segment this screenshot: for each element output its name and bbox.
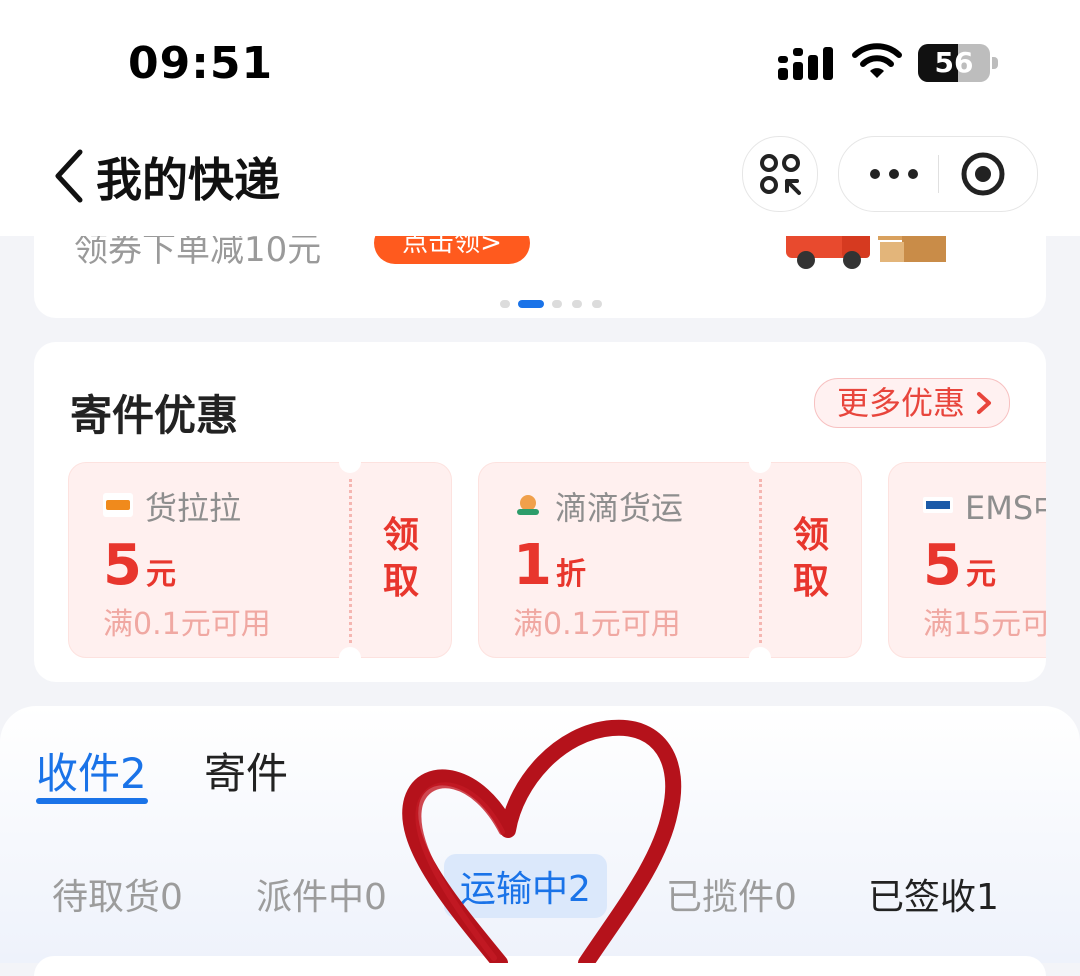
page-title: 我的快递 xyxy=(96,153,280,207)
more-discounts-label: 更多优惠 xyxy=(837,384,966,422)
coupon-value: 5 xyxy=(923,533,962,598)
capsule-divider xyxy=(938,155,939,193)
coupon-condition: 满0.1元可用 xyxy=(103,607,271,642)
coupon-amount: 5元 xyxy=(923,533,996,598)
status-time: 09:51 xyxy=(128,38,274,89)
hand-drawn-heart-icon xyxy=(402,719,682,963)
tab-send[interactable]: 寄件 xyxy=(204,740,288,801)
claim-button[interactable]: 领取 xyxy=(791,513,831,605)
shipping-discounts-card: 寄件优惠 更多优惠 货拉拉 5元 满0.1元可用 领取 滴滴货运 1折 满0.1… xyxy=(34,342,1046,682)
battery-indicator: 56 xyxy=(918,44,1000,82)
more-discounts-button[interactable]: 更多优惠 xyxy=(814,378,1010,428)
sub-tab-awaiting-pickup[interactable]: 待取货0 xyxy=(52,868,183,920)
coupon-condition: 满0.1元可用 xyxy=(513,607,681,642)
coupon-value: 5 xyxy=(103,533,142,598)
section-title: 寄件优惠 xyxy=(70,391,239,440)
cellular-signal-icon xyxy=(778,47,833,80)
active-tab-underline xyxy=(36,798,148,804)
coupon-unit: 元 xyxy=(145,557,176,592)
tab-receive[interactable]: 收件2 xyxy=(36,740,147,801)
coupon-amount: 1折 xyxy=(513,533,586,598)
shrink-button[interactable] xyxy=(742,136,818,212)
battery-level: 56 xyxy=(934,46,974,79)
coupon-brand: EMS中 xyxy=(965,489,1046,527)
sub-tab-delivering[interactable]: 派件中0 xyxy=(256,868,387,920)
shrink-icon xyxy=(760,154,801,195)
sub-tab-signed[interactable]: 已签收1 xyxy=(868,868,999,920)
coupon-amount: 5元 xyxy=(103,533,176,598)
claim-button[interactable]: 领取 xyxy=(381,513,421,605)
coupon-didi-freight[interactable]: 滴滴货运 1折 满0.1元可用 领取 xyxy=(478,451,862,669)
close-target-icon[interactable] xyxy=(960,151,1006,197)
wifi-icon xyxy=(852,43,902,78)
coupon-condition: 满15元可用 xyxy=(923,607,1046,642)
coupon-ems[interactable]: EMS中 5元 满15元可用 领取 xyxy=(888,462,1046,658)
ems-logo-icon xyxy=(923,497,953,513)
status-bar: 09:51 56 xyxy=(0,0,1080,120)
coupon-brand: 货拉拉 xyxy=(145,489,242,527)
more-options-icon[interactable] xyxy=(869,162,919,186)
coupon-brand: 滴滴货运 xyxy=(555,489,684,527)
didi-freight-logo-icon xyxy=(517,495,539,515)
coupon-value: 1 xyxy=(513,533,552,598)
nav-bar: 我的快递 xyxy=(0,120,1080,236)
coupon-unit: 元 xyxy=(965,557,996,592)
coupon-unit: 折 xyxy=(555,557,586,592)
coupon-huolala[interactable]: 货拉拉 5元 满0.1元可用 领取 xyxy=(68,451,452,669)
back-chevron-icon[interactable] xyxy=(50,146,90,206)
chevron-right-icon xyxy=(977,392,991,414)
huolala-logo-icon xyxy=(103,493,133,517)
menu-capsule xyxy=(838,136,1038,212)
